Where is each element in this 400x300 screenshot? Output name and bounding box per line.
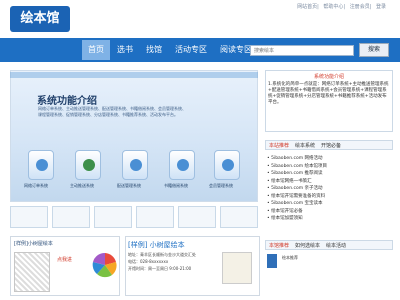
thumbnail[interactable] bbox=[52, 206, 90, 228]
tab-opening-essentials[interactable]: 开馆必备 bbox=[318, 141, 344, 149]
intro-title: 系统功能介绍 bbox=[313, 74, 344, 80]
thumbnail[interactable] bbox=[136, 206, 174, 228]
thumbnail[interactable] bbox=[220, 206, 258, 228]
book-thumbnail[interactable] bbox=[267, 254, 277, 268]
list-item[interactable]: • 绘本馆开馆需要准备的资料 bbox=[267, 193, 391, 201]
book-cover-image bbox=[222, 252, 252, 284]
card2-title[interactable]: [样例] 小树屋绘本 bbox=[128, 240, 185, 250]
list-item[interactable]: • 5ibaoben.com 网络活动 bbox=[267, 155, 391, 163]
toplink-home[interactable]: 网站首页 bbox=[297, 4, 317, 10]
tab-book-system[interactable]: 绘本系统 bbox=[292, 141, 318, 149]
list-item[interactable]: • 5ibaoben.com 绘本馆项目 bbox=[267, 163, 391, 171]
thumbnail[interactable] bbox=[94, 206, 132, 228]
book-tabs: 本馆推荐 如何选绘本 绘本活动 bbox=[265, 240, 393, 250]
search-button[interactable]: 搜索 bbox=[359, 43, 389, 57]
nav-item-home[interactable]: 首页 bbox=[82, 40, 110, 60]
member-system-icon[interactable] bbox=[214, 150, 240, 180]
nav-item-find[interactable]: 找馆 bbox=[140, 40, 168, 60]
tab-library-recommend[interactable]: 本馆推荐 bbox=[266, 241, 292, 249]
tab-book-events[interactable]: 绘本活动 bbox=[323, 241, 349, 249]
top-links: 网站首页| 帮助中心| 注册会员| 登录 bbox=[297, 4, 386, 10]
intro-text: 1.系统化的简单一点就是：网络订单系统+主动推送管理系统+配送管理系统+书籍借阅… bbox=[268, 82, 389, 105]
list-item[interactable]: • 5ibaoben.com 亲子活动 bbox=[267, 185, 391, 193]
module-label-order: 网络订单系统 bbox=[24, 183, 48, 188]
toplink-register[interactable]: 注册会员 bbox=[350, 4, 370, 10]
toplink-help[interactable]: 帮助中心 bbox=[323, 4, 343, 10]
nav-item-books[interactable]: 选书 bbox=[111, 40, 139, 60]
push-system-icon[interactable] bbox=[75, 150, 101, 180]
list-item[interactable]: • 5ibaoben.com 宝宝读本 bbox=[267, 200, 391, 208]
book-thumbnail-label[interactable]: 绘本推荐 bbox=[282, 255, 298, 261]
nav-item-events[interactable]: 活动专区 bbox=[169, 40, 213, 60]
list-item[interactable]: • 绘本馆网络一书策汇 bbox=[267, 178, 391, 186]
module-label-delivery: 配送管理系统 bbox=[117, 183, 141, 188]
list-item[interactable]: • 5ibaoben.com 推荐阅读 bbox=[267, 170, 391, 178]
thumbnail[interactable] bbox=[178, 206, 216, 228]
borrow-system-icon[interactable] bbox=[169, 150, 195, 180]
pinwheel-icon bbox=[92, 252, 117, 278]
order-system-icon[interactable] bbox=[28, 150, 54, 180]
module-label-push: 主动推送系统 bbox=[70, 183, 94, 188]
card1-title[interactable]: [样例]小树屋绘本 bbox=[14, 240, 53, 247]
tab-site-recommend[interactable]: 本站推荐 bbox=[266, 141, 292, 149]
qr-code-image bbox=[14, 252, 50, 292]
toplink-login[interactable]: 登录 bbox=[376, 4, 386, 10]
tab-how-to-choose[interactable]: 如何选绘本 bbox=[292, 241, 323, 249]
recommend-tabs: 本站推荐 绘本系统 开馆必备 bbox=[265, 140, 393, 150]
module-label-borrow: 书籍借阅系统 bbox=[164, 183, 188, 188]
module-label-member: 会员管理系统 bbox=[209, 183, 233, 188]
banner-desc-2: 课程管理系统、促销管理系统、分店管理系统、书籍推荐系统、活动发布平台。 bbox=[38, 112, 178, 117]
thumbnail[interactable] bbox=[10, 206, 48, 228]
list-item[interactable]: • 绘本馆加盟须知 bbox=[267, 215, 391, 223]
search-input[interactable] bbox=[250, 45, 354, 56]
list-item[interactable]: • 绘本馆开馆必备 bbox=[267, 208, 391, 216]
site-logo[interactable]: 绘本馆 bbox=[10, 6, 70, 32]
banner-title: 系统功能介绍 bbox=[37, 96, 97, 107]
delivery-system-icon[interactable] bbox=[122, 150, 148, 180]
banner-top-bar bbox=[10, 72, 258, 78]
recommend-list: • 5ibaoben.com 网络活动 • 5ibaoben.com 绘本馆项目… bbox=[267, 155, 391, 223]
card1-link[interactable]: 点我进 bbox=[57, 256, 72, 263]
